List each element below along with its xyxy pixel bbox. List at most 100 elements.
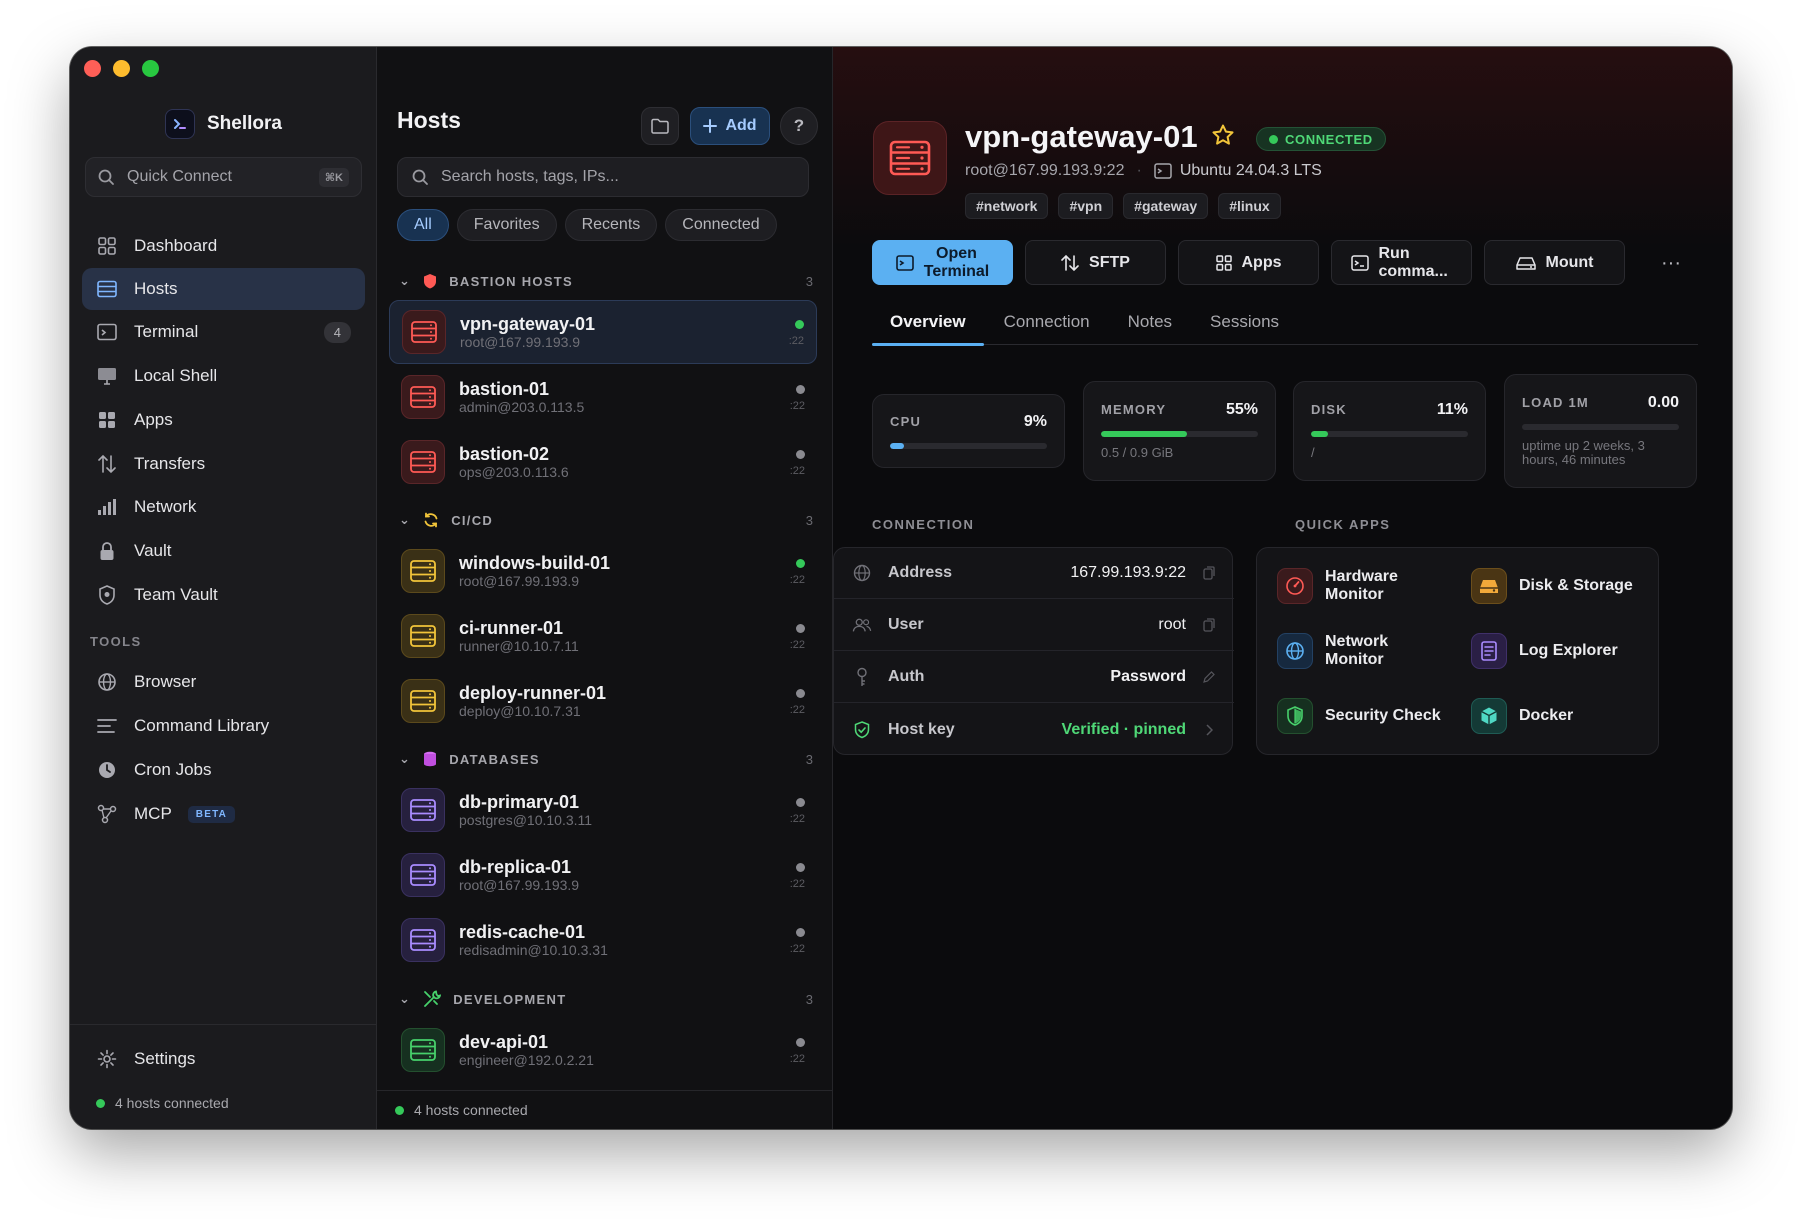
sftp-button[interactable]: SFTP: [1025, 240, 1166, 285]
load-stat-card: LOAD 1M 0.00 uptime up 2 weeks, 3 hours, …: [1504, 374, 1697, 488]
quick-app-network-monitor[interactable]: Network Monitor: [1277, 633, 1445, 669]
sidebar-item-mcp[interactable]: MCP BETA: [82, 793, 365, 835]
host-name: db-replica-01: [459, 856, 572, 877]
connection-value: 167.99.193.9:22: [1070, 564, 1186, 581]
sidebar-item-cron-jobs[interactable]: Cron Jobs: [82, 749, 365, 791]
sidebar-item-command-library[interactable]: Command Library: [82, 705, 365, 747]
apps-button[interactable]: Apps: [1178, 240, 1319, 285]
filter-connected[interactable]: Connected: [665, 209, 777, 241]
sidebar-item-vault[interactable]: Vault: [82, 530, 365, 572]
zoom-window-button[interactable]: [142, 60, 159, 77]
close-window-button[interactable]: [84, 60, 101, 77]
gear-icon: [96, 1048, 118, 1070]
host-name: windows-build-01: [459, 552, 610, 573]
add-host-button[interactable]: Add: [690, 107, 770, 145]
disk-mount-path: /: [1311, 445, 1315, 460]
tag[interactable]: #vpn: [1058, 193, 1114, 219]
search-icon: [98, 169, 114, 185]
quick-app-log-explorer[interactable]: Log Explorer: [1471, 633, 1639, 669]
sidebar-item-browser[interactable]: Browser: [82, 661, 365, 703]
sidebar-item-terminal[interactable]: Terminal 4: [82, 311, 365, 353]
refresh-icon: [424, 512, 438, 528]
connection-key: Address: [888, 564, 953, 581]
uptime-text: uptime up 2 weeks, 3 hours, 46 minutes: [1522, 438, 1645, 467]
server-icon: [401, 853, 445, 897]
copy-icon[interactable]: [1202, 618, 1216, 632]
quick-app-hardware-monitor[interactable]: Hardware Monitor: [1277, 568, 1445, 604]
database-icon: [424, 751, 437, 767]
server-icon: [401, 549, 445, 593]
host-row[interactable]: db-primary-01 postgres@10.10.3.11 :22: [389, 778, 817, 842]
tag[interactable]: #gateway: [1123, 193, 1209, 219]
filter-favorites[interactable]: Favorites: [456, 209, 557, 241]
quick-app-disk-storage[interactable]: Disk & Storage: [1471, 568, 1639, 604]
minimize-window-button[interactable]: [113, 60, 130, 77]
filter-chips: All Favorites Recents Connected: [397, 209, 777, 241]
sidebar-item-label: Vault: [134, 541, 172, 560]
filter-recents[interactable]: Recents: [564, 209, 658, 241]
plus-icon: [703, 119, 718, 133]
host-search-input[interactable]: Search hosts, tags, IPs...: [397, 157, 809, 197]
host-address: root@167.99.193.9: [459, 572, 580, 589]
host-name: db-primary-01: [459, 791, 580, 812]
group-name: DEVELOPMENT: [453, 991, 567, 1007]
sidebar-item-team-vault[interactable]: Team Vault: [82, 574, 365, 616]
quick-app-docker[interactable]: Docker: [1471, 698, 1639, 734]
cube-icon: [1471, 698, 1507, 734]
globe-icon: [1277, 633, 1313, 669]
more-actions-button[interactable]: ···: [1661, 252, 1681, 275]
host-row[interactable]: dev-api-01 engineer@192.0.2.21 :22: [389, 1018, 817, 1082]
copy-icon[interactable]: [1202, 566, 1216, 580]
sidebar-item-network[interactable]: Network: [82, 486, 365, 528]
status-badge: CONNECTED: [1256, 127, 1386, 151]
filter-all[interactable]: All: [397, 209, 449, 241]
group-header-databases[interactable]: ⌄ DATABASES 3: [399, 747, 813, 771]
host-row[interactable]: bastion-01 admin@203.0.113.5 :22: [389, 365, 817, 429]
sidebar-item-hosts[interactable]: Hosts: [82, 268, 365, 310]
stat-value: 9%: [1023, 413, 1047, 430]
host-port: :22: [789, 639, 805, 651]
disk-stat-card: DISK 11% /: [1293, 381, 1486, 481]
quick-connect-input[interactable]: Quick Connect ⌘K: [85, 157, 362, 197]
lock-icon: [96, 540, 118, 562]
server-icon: [402, 310, 446, 354]
quick-app-security-check[interactable]: Security Check: [1277, 698, 1445, 734]
tab-notes[interactable]: Notes: [1128, 299, 1172, 345]
host-port: :22: [789, 943, 805, 955]
run-command-button[interactable]: Run comma...: [1331, 240, 1472, 285]
button-label: SFTP: [1089, 253, 1130, 271]
sidebar-item-dashboard[interactable]: Dashboard: [82, 225, 365, 267]
host-row[interactable]: bastion-02 ops@203.0.113.6 :22: [389, 430, 817, 494]
host-row[interactable]: windows-build-01 root@167.99.193.9 :22: [389, 539, 817, 603]
tab-sessions[interactable]: Sessions: [1210, 299, 1279, 345]
connection-section-label: CONNECTION: [872, 517, 975, 532]
sidebar-item-apps[interactable]: Apps: [82, 399, 365, 441]
host-row[interactable]: redis-cache-01 redisadmin@10.10.3.31 :22: [389, 908, 817, 972]
group-header-cicd[interactable]: ⌄ CI/CD 3: [399, 508, 813, 532]
sidebar-item-settings[interactable]: Settings: [82, 1038, 365, 1080]
tag[interactable]: #linux: [1218, 193, 1281, 219]
chevron-right-icon[interactable]: [1202, 723, 1216, 736]
open-terminal-button[interactable]: Open Terminal: [872, 240, 1013, 285]
favorite-star-icon[interactable]: [1211, 123, 1235, 152]
edit-icon[interactable]: [1202, 671, 1216, 683]
stat-value: 0.00: [1647, 394, 1679, 411]
host-address: redisadmin@10.10.3.31: [459, 941, 608, 958]
host-name: ci-runner-01: [459, 617, 564, 638]
folder-button[interactable]: [641, 107, 679, 145]
group-header-development[interactable]: ⌄ DEVELOPMENT 3: [399, 987, 813, 1011]
app-label: Disk & Storage: [1519, 577, 1633, 594]
tab-overview[interactable]: Overview: [872, 299, 984, 346]
sidebar-item-transfers[interactable]: Transfers: [82, 443, 365, 485]
host-row[interactable]: vpn-gateway-01 root@167.99.193.9 :22: [389, 300, 817, 364]
host-row[interactable]: ci-runner-01 runner@10.10.7.11 :22: [389, 604, 817, 668]
mount-button[interactable]: Mount: [1484, 240, 1625, 285]
host-row[interactable]: deploy-runner-01 deploy@10.10.7.31 :22: [389, 669, 817, 733]
host-row[interactable]: db-replica-01 root@167.99.193.9 :22: [389, 843, 817, 907]
sidebar-item-local-shell[interactable]: Local Shell: [82, 355, 365, 397]
help-button[interactable]: ?: [780, 107, 818, 145]
tag[interactable]: #network: [965, 193, 1049, 219]
group-header-bastion[interactable]: ⌄ BASTION HOSTS 3: [399, 269, 813, 293]
status-dot: [796, 450, 805, 459]
tab-connection[interactable]: Connection: [1004, 299, 1090, 345]
